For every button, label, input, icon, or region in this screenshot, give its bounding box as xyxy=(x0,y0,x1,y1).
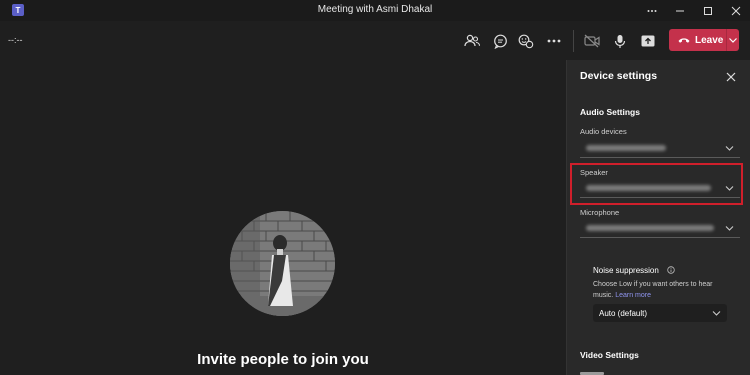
close-icon[interactable] xyxy=(722,0,750,21)
noise-suppression-select[interactable]: Auto (default) xyxy=(593,304,727,322)
chevron-down-icon xyxy=(712,311,721,316)
chat-icon[interactable] xyxy=(489,30,511,52)
panel-title: Device settings xyxy=(580,70,658,82)
title-bar: T Meeting with Asmi Dhakal xyxy=(0,0,750,21)
maximize-icon[interactable] xyxy=(694,0,722,21)
audio-settings-heading: Audio Settings xyxy=(580,107,640,117)
minimize-icon[interactable] xyxy=(666,0,694,21)
microphone-dropdown[interactable] xyxy=(580,219,740,238)
noise-suppression-label: Noise suppression xyxy=(593,266,659,275)
leave-button[interactable]: Leave xyxy=(669,29,739,51)
info-icon[interactable] xyxy=(667,266,675,274)
avatar xyxy=(230,211,335,316)
window-controls xyxy=(638,0,750,21)
meeting-stage: Invite people to join you xyxy=(0,60,566,375)
more-actions-icon[interactable] xyxy=(543,30,565,52)
blurred-value xyxy=(586,145,666,151)
noise-suppression-description: Choose Low if you want others to hear mu… xyxy=(593,279,723,301)
device-settings-panel: Device settings Audio Settings Audio dev… xyxy=(566,60,750,375)
leave-main-action[interactable]: Leave xyxy=(669,29,726,51)
audio-devices-label: Audio devices xyxy=(580,127,627,136)
toolbar-divider xyxy=(573,30,574,52)
audio-devices-dropdown[interactable] xyxy=(580,139,740,158)
chevron-down-icon xyxy=(725,146,734,151)
close-icon[interactable] xyxy=(725,70,737,82)
camera-off-icon[interactable] xyxy=(581,30,603,52)
video-settings-heading: Video Settings xyxy=(580,350,639,360)
people-icon[interactable] xyxy=(461,30,483,52)
speaker-highlight-box xyxy=(570,163,743,205)
microphone-icon[interactable] xyxy=(609,30,631,52)
profile-photo-image xyxy=(230,211,335,316)
chevron-down-icon xyxy=(729,37,737,43)
leave-label: Leave xyxy=(695,34,724,46)
chevron-down-icon xyxy=(725,226,734,231)
reactions-icon[interactable] xyxy=(515,30,537,52)
camera-label-partial xyxy=(580,369,610,375)
microphone-label: Microphone xyxy=(580,208,620,217)
meeting-toolbar: --:-- Leave xyxy=(0,21,750,60)
invite-heading: Invite people to join you xyxy=(197,351,369,368)
noise-suppression-value: Auto (default) xyxy=(599,309,648,318)
more-icon[interactable] xyxy=(638,0,666,21)
blurred-value xyxy=(586,225,714,231)
phone-hangup-icon xyxy=(678,38,690,43)
noise-description-text: Choose Low if you want others to hear mu… xyxy=(593,281,713,299)
share-tray-icon[interactable] xyxy=(637,30,659,52)
meeting-timer: --:-- xyxy=(8,35,23,45)
learn-more-link[interactable]: Learn more xyxy=(615,292,651,299)
leave-options-dropdown[interactable] xyxy=(727,29,739,51)
